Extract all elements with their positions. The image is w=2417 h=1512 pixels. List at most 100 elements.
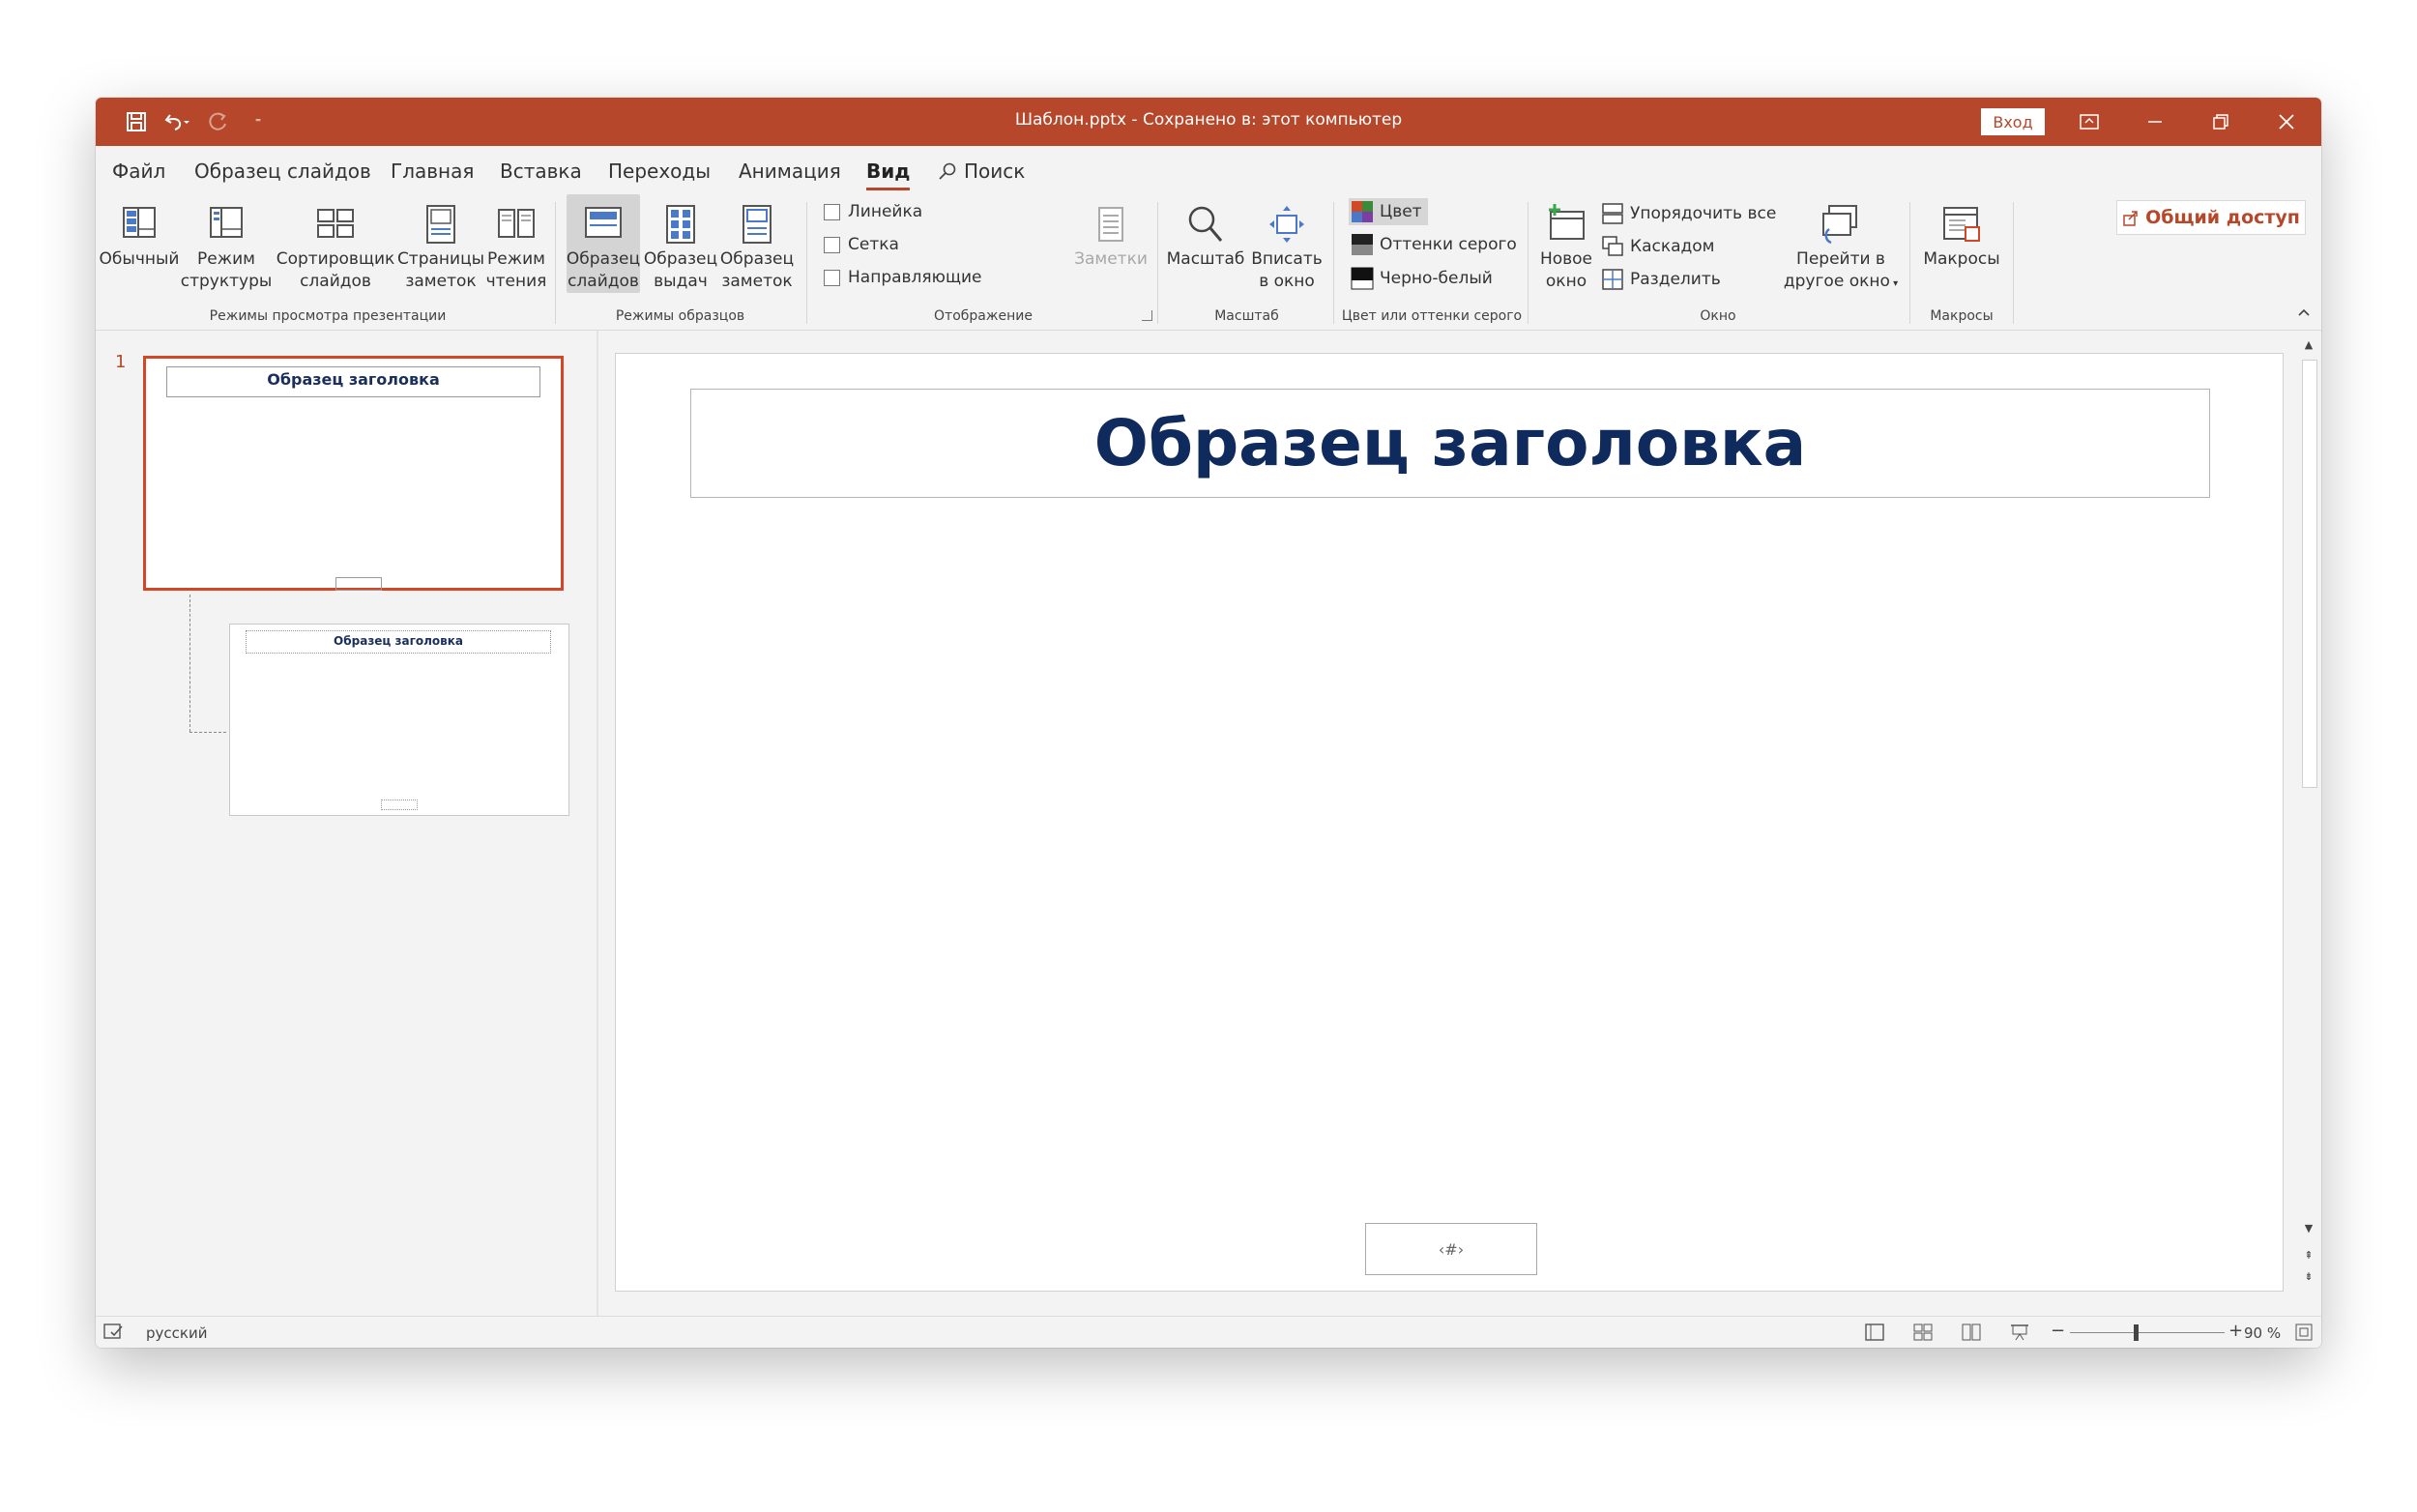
grayscale-button[interactable]: Оттенки серого bbox=[1351, 233, 1517, 256]
group-label-window: Окно bbox=[1700, 308, 1736, 324]
ruler-checkbox-box[interactable] bbox=[824, 203, 840, 220]
cascade-button[interactable]: Каскадом bbox=[1601, 235, 1715, 258]
zoom-label: Масштаб bbox=[1166, 249, 1245, 269]
new-window-button[interactable]: Новое окно bbox=[1534, 194, 1598, 293]
master-slide-thumbnail[interactable]: Образец заголовка bbox=[143, 356, 564, 591]
fit-to-window-button[interactable]: Вписать в окно bbox=[1250, 194, 1324, 293]
language-indicator[interactable]: русский bbox=[146, 1324, 207, 1342]
notes-master-button[interactable]: Образец заметок bbox=[720, 194, 794, 293]
scrollbar-thumb[interactable] bbox=[2302, 360, 2317, 788]
guides-checkbox[interactable]: Направляющие bbox=[824, 268, 981, 287]
fit-to-window-label-2: в окно bbox=[1259, 272, 1315, 291]
tab-home[interactable]: Главная bbox=[391, 160, 474, 183]
show-dialog-launcher-icon[interactable] bbox=[1142, 310, 1152, 321]
title-placeholder[interactable]: Образец заголовка bbox=[690, 389, 2210, 498]
tab-slide-master[interactable]: Образец слайдов bbox=[194, 160, 371, 183]
zoom-out-icon[interactable]: − bbox=[2051, 1321, 2065, 1341]
pane-divider[interactable] bbox=[597, 331, 598, 1316]
tab-file[interactable]: Файл bbox=[112, 160, 165, 183]
chevron-down-icon: ▾ bbox=[1889, 278, 1899, 289]
arrange-all-icon bbox=[1602, 203, 1623, 224]
slide-master-label-1: Образец bbox=[566, 249, 641, 269]
group-label-show: Отображение bbox=[934, 308, 1033, 324]
slide-number: 1 bbox=[115, 352, 127, 372]
split-button[interactable]: Разделить bbox=[1601, 268, 1721, 291]
guides-checkbox-box[interactable] bbox=[824, 269, 840, 286]
zoom-in-icon[interactable]: + bbox=[2228, 1321, 2243, 1341]
scroll-down-icon[interactable]: ▼ bbox=[2302, 1222, 2315, 1236]
slide-canvas[interactable]: Образец заголовка ‹#› bbox=[615, 353, 2284, 1292]
zoom-magnifier-icon bbox=[1188, 206, 1223, 242]
tab-insert[interactable]: Вставка bbox=[500, 160, 582, 183]
master-thumbnail-number-placeholder bbox=[335, 577, 382, 591]
slide-master-icon bbox=[585, 207, 622, 238]
tab-transitions[interactable]: Переходы bbox=[608, 160, 711, 183]
slide-sorter-button[interactable]: Сортировщик слайдов bbox=[277, 194, 394, 293]
reading-view-label-1: Режим bbox=[487, 249, 545, 269]
search-label: Поиск bbox=[964, 160, 1026, 183]
ribbon-separator bbox=[806, 202, 807, 324]
powerpoint-window: ⁼ Шаблон.pptx - Сохранено в: этот компью… bbox=[96, 98, 2321, 1348]
sign-in-button[interactable]: Вход bbox=[1981, 108, 2045, 135]
slide-master-button[interactable]: Образец слайдов bbox=[567, 194, 640, 293]
fit-to-window-label-1: Вписать bbox=[1251, 249, 1323, 269]
grid-checkbox[interactable]: Сетка bbox=[824, 235, 899, 254]
spell-check-icon[interactable] bbox=[103, 1323, 125, 1341]
previous-slide-icon[interactable]: ⇞ bbox=[2302, 1249, 2315, 1263]
ribbon-tabs: Файл Образец слайдов Главная Вставка Пер… bbox=[96, 146, 2321, 235]
group-label-masters: Режимы образцов bbox=[615, 308, 745, 324]
slideshow-status-icon[interactable] bbox=[2010, 1323, 2029, 1345]
tab-view[interactable]: Вид bbox=[866, 160, 911, 190]
black-white-swatch-icon bbox=[1351, 267, 1374, 290]
switch-windows-label-1: Перейти в bbox=[1796, 249, 1885, 269]
normal-view-status-icon[interactable] bbox=[1865, 1323, 1884, 1345]
macros-button[interactable]: Макросы bbox=[1918, 194, 2005, 271]
ruler-checkbox[interactable]: Линейка bbox=[824, 202, 922, 221]
macros-icon bbox=[1943, 207, 1980, 242]
layout-connector-line bbox=[189, 595, 190, 732]
group-label-views: Режимы просмотра презентации bbox=[209, 308, 447, 324]
zoom-slider[interactable] bbox=[2070, 1324, 2225, 1341]
group-label-zoom: Масштаб bbox=[1214, 308, 1279, 324]
slide-number-placeholder[interactable]: ‹#› bbox=[1365, 1223, 1537, 1275]
next-slide-icon[interactable]: ⇟ bbox=[2302, 1270, 2315, 1284]
handout-master-button[interactable]: Образец выдач bbox=[644, 194, 717, 293]
notes-button[interactable]: Заметки bbox=[1074, 194, 1148, 271]
zoom-button[interactable]: Масштаб bbox=[1167, 194, 1244, 271]
fit-slide-icon[interactable] bbox=[2295, 1323, 2313, 1345]
outline-view-button[interactable]: Режим структуры bbox=[181, 194, 272, 293]
vertical-scrollbar[interactable]: ▲ ▼ ⇞ ⇟ bbox=[2298, 331, 2319, 1316]
restore-icon[interactable] bbox=[2192, 98, 2250, 146]
tab-animations[interactable]: Анимация bbox=[739, 160, 841, 183]
normal-view-button[interactable]: Обычный bbox=[100, 194, 179, 271]
scroll-up-icon[interactable]: ▲ bbox=[2302, 338, 2315, 352]
layout-slide-thumbnail[interactable]: Образец заголовка bbox=[229, 624, 569, 816]
minimize-icon[interactable] bbox=[2126, 98, 2184, 146]
collapse-ribbon-icon[interactable] bbox=[2296, 305, 2312, 320]
ribbon-separator bbox=[2013, 202, 2014, 324]
zoom-level[interactable]: 90 % bbox=[2244, 1324, 2281, 1342]
reading-view-button[interactable]: Режим чтения bbox=[482, 194, 550, 293]
arrange-all-button[interactable]: Упорядочить все bbox=[1601, 202, 1776, 225]
notes-master-label-1: Образец bbox=[719, 249, 795, 269]
slide-sorter-label-2: слайдов bbox=[300, 272, 371, 291]
search-box[interactable]: Поиск bbox=[939, 160, 1025, 183]
ribbon-separator bbox=[555, 202, 556, 324]
notes-icon bbox=[1098, 207, 1123, 242]
grid-checkbox-box[interactable] bbox=[824, 236, 840, 253]
slide-sorter-status-icon[interactable] bbox=[1913, 1323, 1933, 1345]
switch-windows-label-text: другое окно bbox=[1783, 272, 1890, 291]
outline-view-label-2: структуры bbox=[180, 272, 273, 291]
reading-view-status-icon[interactable] bbox=[1962, 1323, 1981, 1345]
reading-view-icon bbox=[498, 209, 535, 238]
close-icon[interactable] bbox=[2257, 98, 2315, 146]
color-button[interactable]: Цвет bbox=[1349, 198, 1428, 225]
normal-view-label: Обычный bbox=[99, 249, 180, 269]
notes-page-button[interactable]: Страницы заметок bbox=[397, 194, 484, 293]
zoom-slider-handle[interactable] bbox=[2134, 1324, 2139, 1341]
notes-page-label-2: заметок bbox=[405, 272, 477, 291]
ribbon-display-options-icon[interactable] bbox=[2060, 98, 2118, 146]
switch-windows-button[interactable]: Перейти в другое окно ▾ bbox=[1780, 194, 1902, 295]
black-white-button[interactable]: Черно-белый bbox=[1351, 267, 1493, 290]
master-thumbnail-title: Образец заголовка bbox=[166, 366, 540, 397]
